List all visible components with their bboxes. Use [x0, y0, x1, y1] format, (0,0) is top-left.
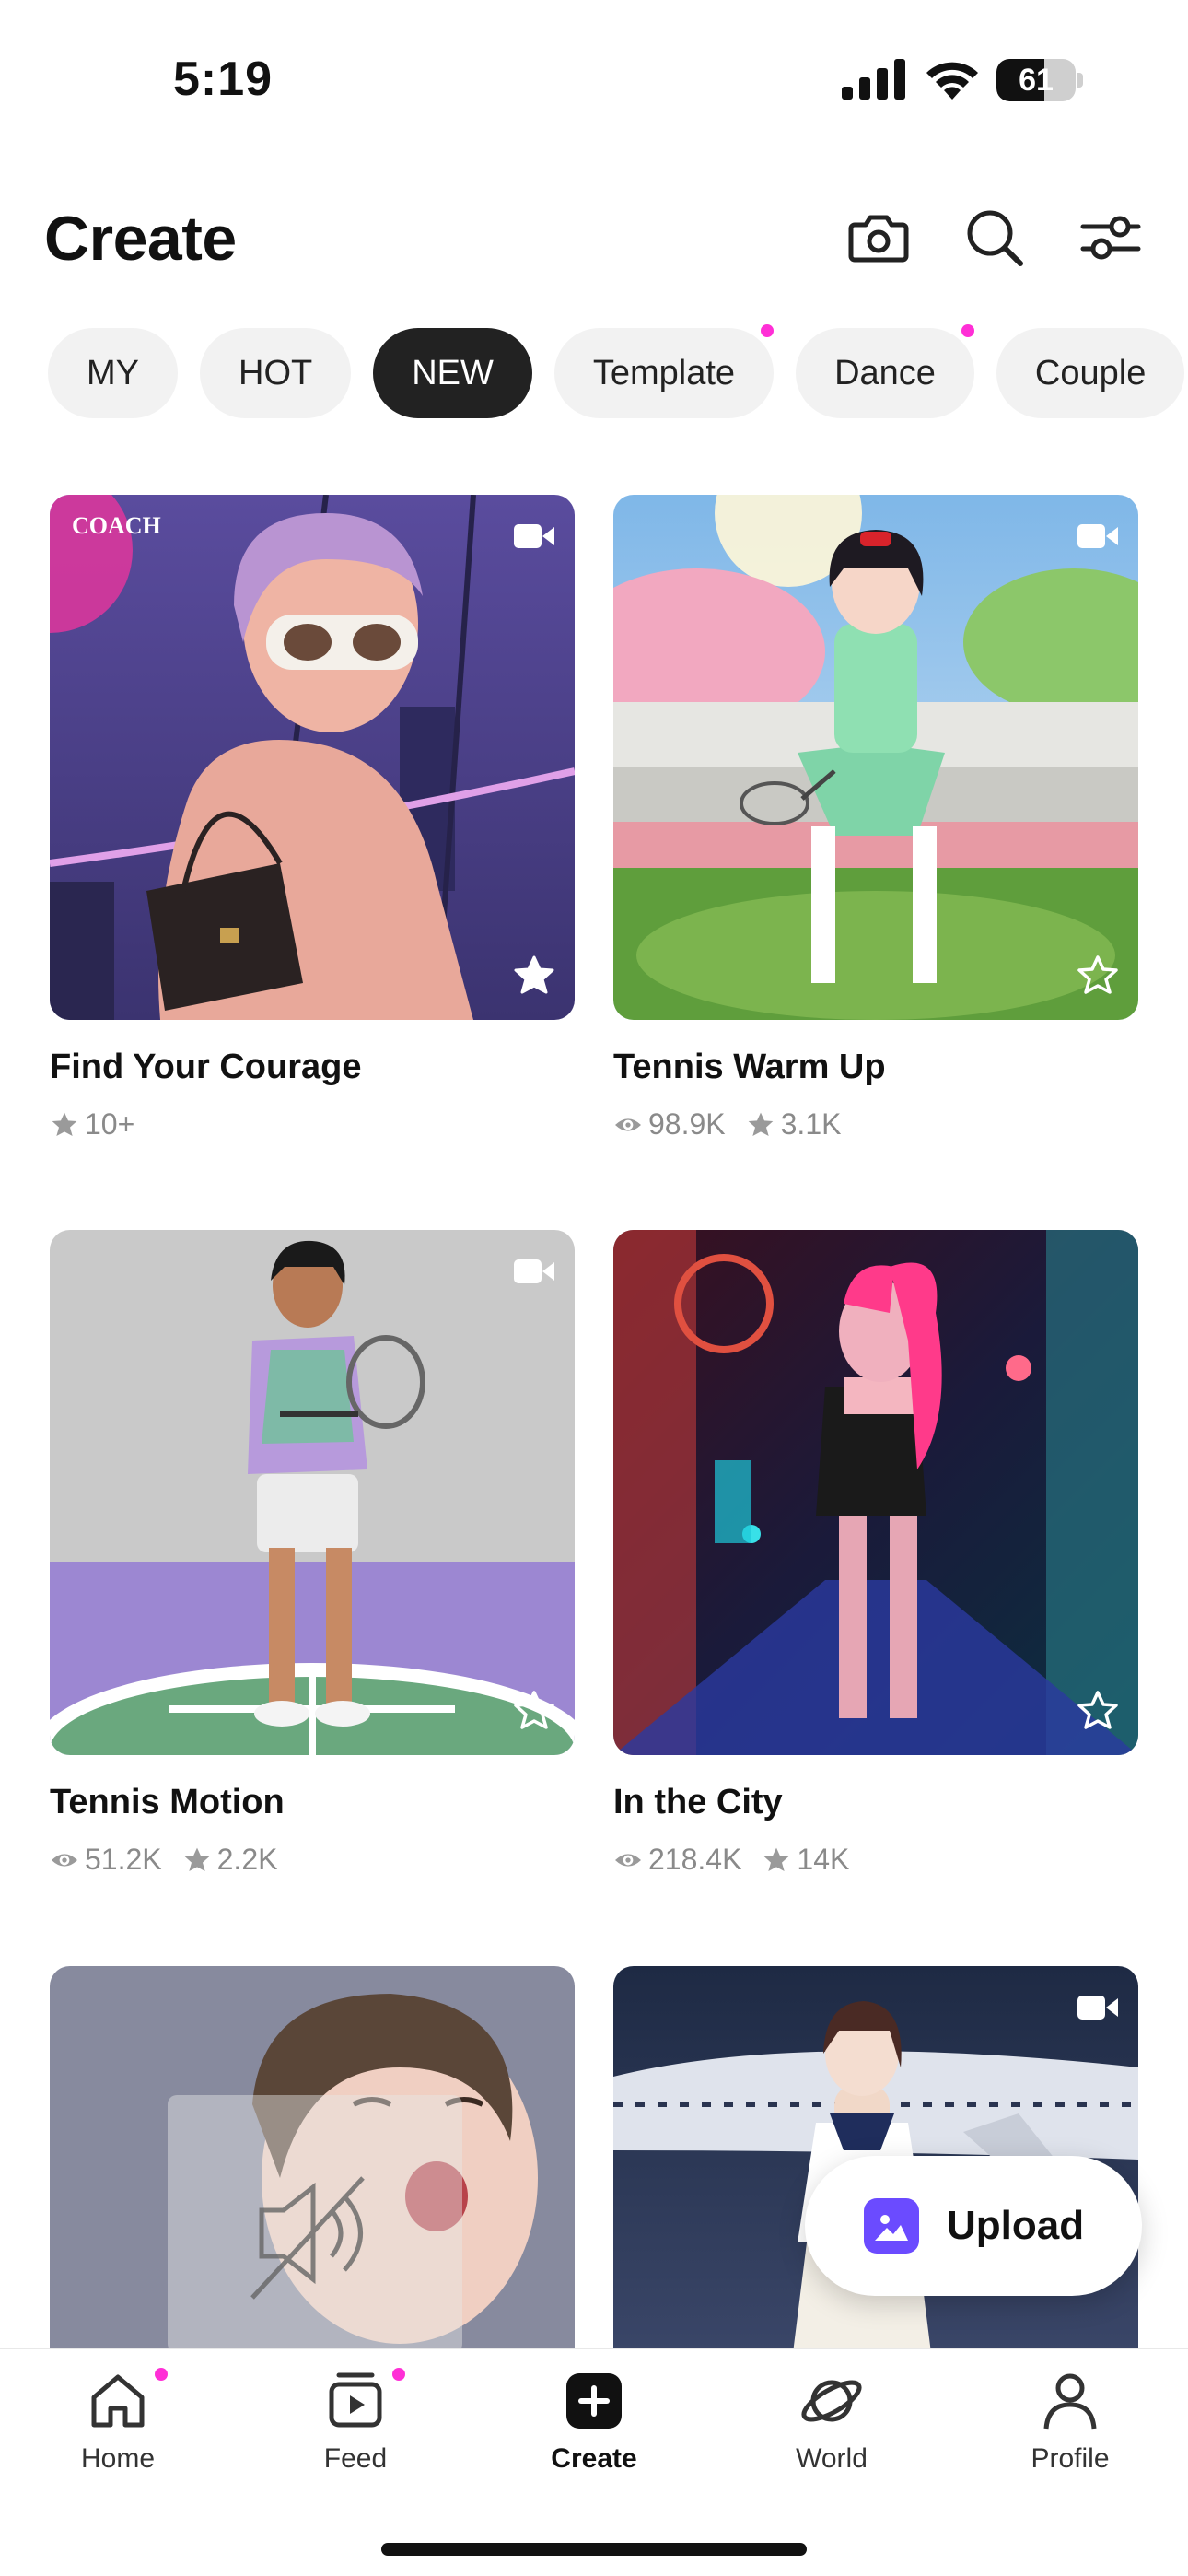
favorite-star-icon[interactable]	[512, 954, 556, 998]
home-icon	[91, 2374, 145, 2428]
cellular-signal-icon	[842, 59, 905, 100]
template-card-5[interactable]	[50, 1966, 575, 2353]
notification-dot	[761, 324, 775, 337]
card-title: Find Your Courage	[50, 1048, 362, 1086]
tab-new[interactable]: NEW	[373, 328, 532, 418]
battery-percent: 61	[1019, 63, 1054, 98]
notification-dot	[961, 324, 974, 337]
nav-create[interactable]: Create	[502, 2368, 686, 2506]
status-bar: 5:19 61	[0, 0, 1188, 157]
eye-icon	[615, 1853, 641, 1867]
star-count: 3.1K	[746, 1107, 841, 1142]
template-card-tennis-motion[interactable]: Tennis Motion 51.2K 2.2K	[50, 1230, 575, 1877]
template-thumbnail[interactable]	[613, 1230, 1138, 1755]
tab-couple[interactable]: Couple	[996, 328, 1185, 418]
upload-label: Upload	[947, 2203, 1085, 2248]
notification-dot	[155, 2368, 168, 2381]
avatar-scene-image	[50, 1230, 575, 1755]
card-stats: 98.9K 3.1K	[613, 1107, 1138, 1142]
search-icon[interactable]	[961, 205, 1028, 271]
upload-button[interactable]: Upload	[805, 2156, 1142, 2296]
nav-world[interactable]: World	[740, 2368, 924, 2506]
avatar-scene-image	[613, 1230, 1138, 1755]
star-icon	[52, 1112, 77, 1136]
star-count: 14K	[762, 1843, 849, 1877]
status-time: 5:19	[173, 53, 274, 106]
template-thumbnail[interactable]	[50, 1966, 575, 2353]
notification-dot	[392, 2368, 405, 2381]
card-title: In the City	[613, 1783, 783, 1821]
card-title: Tennis Motion	[50, 1783, 285, 1821]
view-count: 218.4K	[613, 1843, 741, 1877]
avatar-scene-image	[50, 1966, 575, 2353]
star-icon	[748, 1112, 773, 1136]
favorite-star-icon[interactable]	[1076, 954, 1120, 998]
template-thumbnail[interactable]: COACH	[50, 495, 575, 1020]
star-count: 2.2K	[182, 1843, 277, 1877]
create-plus-icon	[566, 2373, 622, 2429]
tab-dance[interactable]: Dance	[796, 324, 974, 418]
template-card-find-your-courage[interactable]: COACH Find Your Courage 10+	[50, 495, 575, 1142]
home-indicator	[381, 2543, 807, 2556]
eye-icon	[52, 1853, 77, 1867]
feed-icon	[329, 2372, 382, 2428]
video-icon	[1077, 1996, 1118, 2020]
camera-icon[interactable]	[845, 205, 912, 271]
planet-icon	[801, 2380, 862, 2422]
tab-template[interactable]: Template	[553, 324, 775, 418]
nav-profile[interactable]: Profile	[978, 2368, 1162, 2506]
view-count: 51.2K	[50, 1843, 162, 1877]
battery-icon: 61	[996, 59, 1083, 101]
star-count: 10+	[50, 1107, 134, 1142]
bottom-navigation: Home Feed Create World Profile	[0, 2348, 1188, 2576]
card-title: Tennis Warm Up	[613, 1048, 886, 1086]
category-tabs: MY HOT NEW Template Dance Couple	[48, 324, 1185, 418]
template-card-tennis-warm-up[interactable]: Tennis Warm Up 98.9K 3.1K	[613, 495, 1138, 1142]
nav-feed[interactable]: Feed	[263, 2368, 448, 2506]
video-icon	[514, 524, 554, 548]
card-stats: 218.4K 14K	[613, 1843, 1138, 1877]
favorite-star-icon[interactable]	[512, 1689, 556, 1733]
avatar-scene-image	[613, 495, 1138, 1020]
coach-brand-logo: COACH	[72, 512, 161, 539]
eye-icon	[615, 1118, 641, 1131]
view-count: 98.9K	[613, 1107, 726, 1142]
nav-home[interactable]: Home	[26, 2368, 210, 2506]
star-icon	[764, 1847, 789, 1871]
video-icon	[1077, 524, 1118, 548]
card-stats: 10+	[50, 1107, 575, 1142]
avatar-scene-image: COACH	[50, 495, 575, 1020]
filter-icon[interactable]	[1077, 205, 1144, 271]
favorite-star-icon[interactable]	[1076, 1689, 1120, 1733]
template-card-in-the-city[interactable]: In the City 218.4K 14K	[613, 1230, 1138, 1877]
page-title: Create	[44, 204, 237, 274]
card-stats: 51.2K 2.2K	[50, 1843, 575, 1877]
tab-hot[interactable]: HOT	[200, 328, 352, 418]
template-thumbnail[interactable]	[50, 1230, 575, 1755]
video-icon	[514, 1259, 554, 1283]
profile-icon	[1043, 2373, 1097, 2430]
template-thumbnail[interactable]	[613, 495, 1138, 1020]
image-upload-icon	[864, 2198, 919, 2254]
tab-my[interactable]: MY	[48, 328, 178, 418]
wifi-icon	[926, 62, 978, 100]
star-icon	[184, 1847, 209, 1871]
